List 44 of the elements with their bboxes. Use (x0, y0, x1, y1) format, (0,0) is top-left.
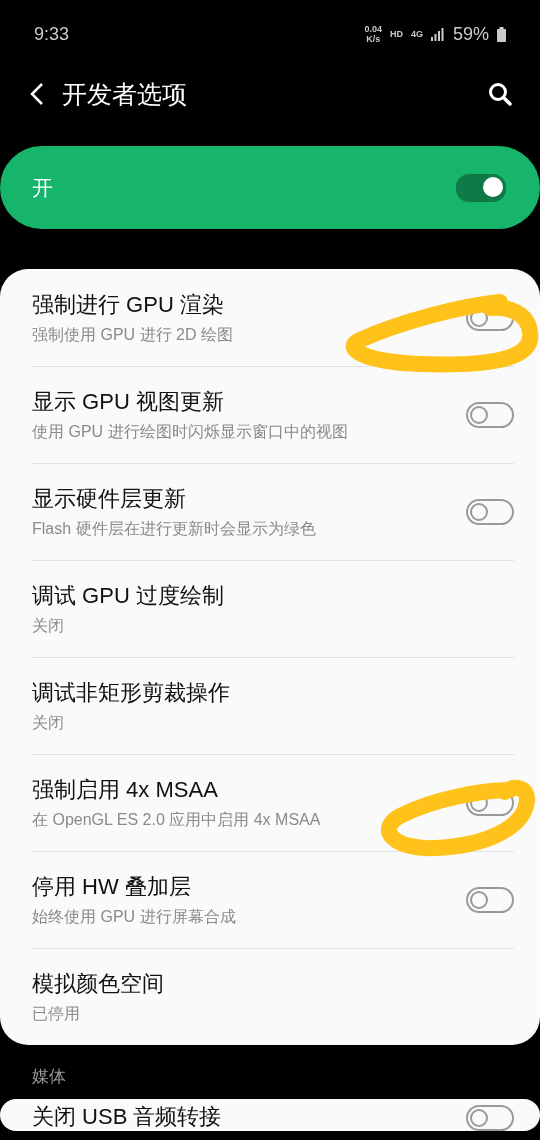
network-type: 4G (410, 29, 423, 39)
item-title: 模拟颜色空间 (32, 970, 165, 998)
settings-item[interactable]: 调试非矩形剪裁操作 关闭 (32, 657, 514, 754)
settings-item[interactable]: 关闭 USB 音频转接 (32, 1099, 514, 1131)
page-title: 开发者选项 (62, 78, 188, 110)
item-subtitle: Flash 硬件层在进行更新时会显示为绿色 (32, 519, 317, 539)
settings-item[interactable]: 强制启用 4x MSAA 在 OpenGL ES 2.0 应用中启用 4x MSAA (32, 754, 514, 851)
signal-icon (430, 27, 445, 41)
hd-indicator: HD (389, 29, 403, 39)
toggle-switch[interactable] (456, 173, 506, 202)
settings-item[interactable]: 停用 HW 叠加层 始终使用 GPU 进行屏幕合成 (32, 851, 514, 948)
settings-item[interactable]: 显示 GPU 视图更新 使用 GPU 进行绘图时闪烁显示窗口中的视图 (32, 366, 514, 463)
section-header: 媒体 (32, 1067, 66, 1086)
item-title: 强制启用 4x MSAA (32, 776, 219, 804)
battery-icon (497, 26, 506, 42)
battery-percent: 59% (452, 23, 489, 45)
item-title: 停用 HW 叠加层 (32, 873, 192, 901)
toggle-switch[interactable] (466, 499, 514, 525)
item-subtitle: 关闭 (32, 713, 65, 733)
item-subtitle: 强制使用 GPU 进行 2D 绘图 (32, 324, 234, 345)
search-icon[interactable] (488, 82, 512, 106)
back-icon[interactable] (30, 83, 44, 105)
item-subtitle: 始终使用 GPU 进行屏幕合成 (32, 907, 237, 927)
item-title: 强制进行 GPU 渲染 (32, 290, 225, 319)
settings-item[interactable]: 强制进行 GPU 渲染 强制使用 GPU 进行 2D 绘图 (32, 269, 514, 366)
item-subtitle: 关闭 (32, 616, 65, 636)
item-title: 显示 GPU 视图更新 (32, 388, 225, 416)
master-switch-label: 开 (32, 174, 54, 201)
item-title: 显示硬件层更新 (32, 485, 187, 513)
status-time: 9:33 (34, 23, 71, 45)
item-title: 调试 GPU 过度绘制 (32, 582, 225, 610)
item-title: 关闭 USB 音频转接 (32, 1105, 223, 1129)
item-subtitle: 在 OpenGL ES 2.0 应用中启用 4x MSAA (32, 810, 322, 830)
settings-item[interactable]: 调试 GPU 过度绘制 关闭 (32, 560, 514, 657)
network-speed: 0.04 (364, 24, 382, 34)
toggle-switch[interactable] (466, 402, 514, 428)
item-subtitle: 已停用 (32, 1004, 81, 1024)
item-subtitle: 使用 GPU 进行绘图时闪烁显示窗口中的视图 (32, 422, 349, 442)
speed-unit: K/s (366, 34, 381, 44)
item-title: 调试非矩形剪裁操作 (32, 679, 231, 707)
toggle-switch[interactable] (466, 887, 514, 913)
settings-item[interactable]: 显示硬件层更新 Flash 硬件层在进行更新时会显示为绿色 (32, 463, 514, 560)
toggle-switch[interactable] (466, 1105, 514, 1131)
settings-item[interactable]: 模拟颜色空间 已停用 (32, 948, 514, 1045)
